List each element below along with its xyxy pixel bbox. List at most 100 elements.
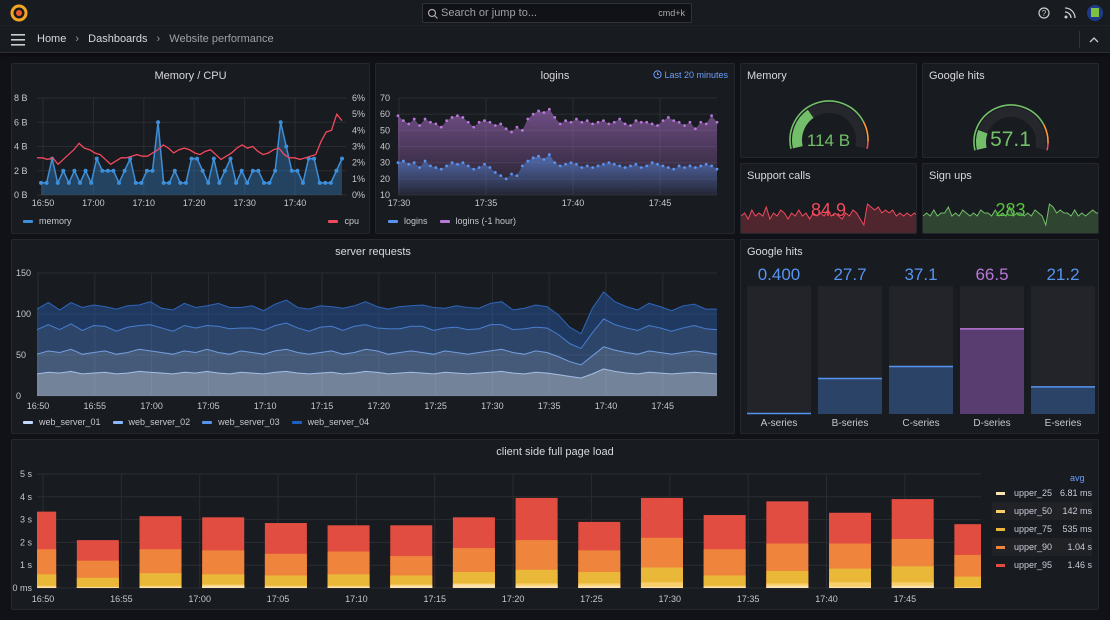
series-point: [558, 164, 562, 168]
breadcrumb-separator: ›: [75, 33, 80, 45]
series-point: [434, 122, 438, 126]
logins-panel: logins Last 20 minutes 10 20 30 40 50 60 70 17:…: [375, 63, 735, 234]
y-tick-left: 4 B: [14, 142, 28, 152]
series-point: [445, 164, 449, 168]
legend-item-web-server-03[interactable]: web_server_03: [202, 417, 280, 427]
y-tick: 40: [380, 142, 390, 152]
legend-item-web-server-01[interactable]: web_server_01: [23, 417, 101, 427]
user-avatar-icon[interactable]: [1087, 5, 1103, 21]
memory-point: [200, 168, 205, 173]
support-calls-panel: Support calls 84.9: [740, 163, 917, 234]
series-point: [450, 116, 454, 119]
series-point: [715, 167, 719, 171]
legend-row-upper-75[interactable]: upper_75 535 ms: [992, 520, 1092, 538]
x-tick: 17:35: [475, 198, 498, 208]
bar-upper-25: [515, 585, 558, 588]
breadcrumb-current: Website performance: [169, 33, 274, 45]
legend-label: upper_75: [1014, 524, 1053, 534]
y-tick: 1 s: [20, 560, 33, 570]
series-point: [407, 122, 411, 126]
series-point: [591, 166, 595, 169]
memory-point: [100, 168, 105, 173]
x-tick: 17:15: [423, 594, 446, 604]
x-tick: 17:40: [595, 401, 618, 411]
legend-swatch: [996, 528, 1005, 531]
bar-upper-25: [640, 586, 683, 588]
legend-row-upper-90[interactable]: upper_90 1.04 s: [992, 538, 1092, 556]
series-point: [569, 120, 573, 124]
x-tick: 17:10: [133, 198, 156, 208]
legend-item-logins-1h[interactable]: logins (-1 hour): [439, 216, 517, 226]
legend-item-web-server-04[interactable]: web_server_04: [291, 417, 369, 427]
grafana-logo-icon[interactable]: [9, 3, 29, 23]
series-point: [412, 161, 416, 165]
series-point: [618, 117, 622, 121]
legend-item-web-server-02[interactable]: web_server_02: [112, 417, 190, 427]
series-point: [585, 164, 589, 168]
memory-point: [150, 168, 155, 173]
series-point: [515, 125, 519, 129]
search-input[interactable]: Search or jump to... cmd+k: [422, 3, 692, 23]
bar-upper-25: [452, 584, 495, 588]
series-point: [445, 119, 449, 123]
legend-item-memory[interactable]: memory: [23, 216, 72, 226]
series-point: [710, 114, 713, 118]
memory-point: [167, 180, 172, 185]
bar-label: A-series: [761, 418, 798, 429]
area-web-server-01: [37, 368, 717, 396]
legend-header-avg[interactable]: avg: [1070, 473, 1085, 483]
memory-point: [284, 144, 289, 149]
series-point: [639, 166, 643, 169]
series-point: [634, 119, 638, 123]
series-point: [602, 119, 605, 123]
memory-point: [133, 180, 138, 185]
legend-row-upper-25[interactable]: upper_25 6.81 ms: [992, 484, 1092, 502]
bar-label: C-series: [902, 418, 939, 429]
memory-point: [195, 156, 200, 161]
series-point: [683, 124, 686, 127]
legend-item-logins[interactable]: logins: [388, 216, 428, 226]
series-point: [553, 116, 557, 119]
memory-point: [245, 180, 250, 185]
legend-label: memory: [39, 216, 72, 226]
series-point: [645, 164, 649, 168]
y-tick: 3 s: [20, 515, 33, 525]
legend-row-upper-50[interactable]: upper_50 142 ms: [992, 502, 1092, 520]
series-point: [661, 164, 665, 168]
legend-swatch: [23, 220, 33, 224]
series-point: [472, 125, 476, 129]
legend-row-upper-95[interactable]: upper_95 1.46 s: [992, 556, 1092, 574]
breadcrumb-dashboards[interactable]: Dashboards: [88, 33, 147, 45]
memory-point: [156, 120, 161, 125]
bar-upper-25: [139, 586, 182, 588]
google-hits-bar-gauge-panel: Google hits 0.400 A-series 27.7 B-series 37.…: [740, 239, 1099, 434]
legend-label: logins (-1 hour): [455, 216, 517, 226]
memory-point: [206, 180, 211, 185]
x-tick: 17:30: [659, 594, 682, 604]
legend-swatch: [996, 564, 1005, 567]
server-requests-panel: server requests 0 50 100 150 16:50 16:55 17:00…: [11, 239, 735, 434]
news-feed-icon[interactable]: [1063, 6, 1077, 20]
memory-point: [189, 156, 194, 161]
series-point: [688, 120, 692, 124]
x-tick: 17:00: [82, 198, 105, 208]
series-point: [656, 162, 659, 166]
chevron-up-icon[interactable]: [1089, 36, 1099, 44]
memory-point: [222, 168, 227, 173]
memory-point: [267, 180, 272, 185]
bar-track: [747, 286, 811, 414]
menu-icon[interactable]: [11, 34, 25, 46]
series-point: [483, 162, 486, 166]
x-tick: 17:00: [188, 594, 211, 604]
series-point: [553, 161, 557, 165]
series-point: [547, 107, 551, 111]
breadcrumb-home[interactable]: Home: [37, 33, 66, 45]
series-point: [483, 119, 486, 123]
series-point: [569, 161, 573, 165]
bar-value: 66.5: [975, 265, 1008, 284]
bar-label: E-series: [1045, 418, 1082, 429]
help-icon[interactable]: ?: [1037, 6, 1051, 20]
legend: logins logins (-1 hour): [388, 216, 516, 226]
x-tick: 17:35: [538, 401, 561, 411]
legend-item-cpu[interactable]: cpu: [328, 216, 359, 226]
